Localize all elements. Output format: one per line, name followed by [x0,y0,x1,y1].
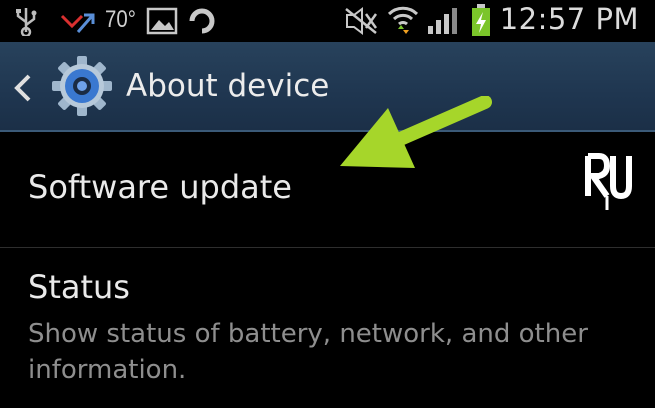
page-title: About device [126,68,330,104]
temperature-readout: 70° [105,6,136,33]
status-item[interactable]: Status Show status of battery, network, … [0,248,655,408]
missed-call-icon [60,13,95,33]
back-chevron-icon[interactable] [12,73,34,103]
gallery-icon [146,7,178,35]
status-label: Status [28,268,130,306]
sync-icon [189,8,215,34]
clock: 12:57 PM [499,2,639,36]
battery-charging-icon [472,4,490,36]
action-bar: About device [0,42,655,132]
status-bar: 70° 12:57 PM [0,0,655,42]
signal-icon [428,8,457,34]
watermark-logo [585,153,632,210]
pointer-arrow-icon [340,96,492,168]
settings-list: Software update Status Show status of ba… [0,132,655,408]
software-update-item[interactable]: Software update [0,132,655,248]
usb-icon [16,8,37,36]
mute-icon [345,7,378,35]
software-update-label: Software update [28,168,292,206]
status-description: Show status of battery, network, and oth… [28,319,588,385]
settings-gear-icon[interactable] [51,55,113,117]
wifi-icon [387,6,419,34]
